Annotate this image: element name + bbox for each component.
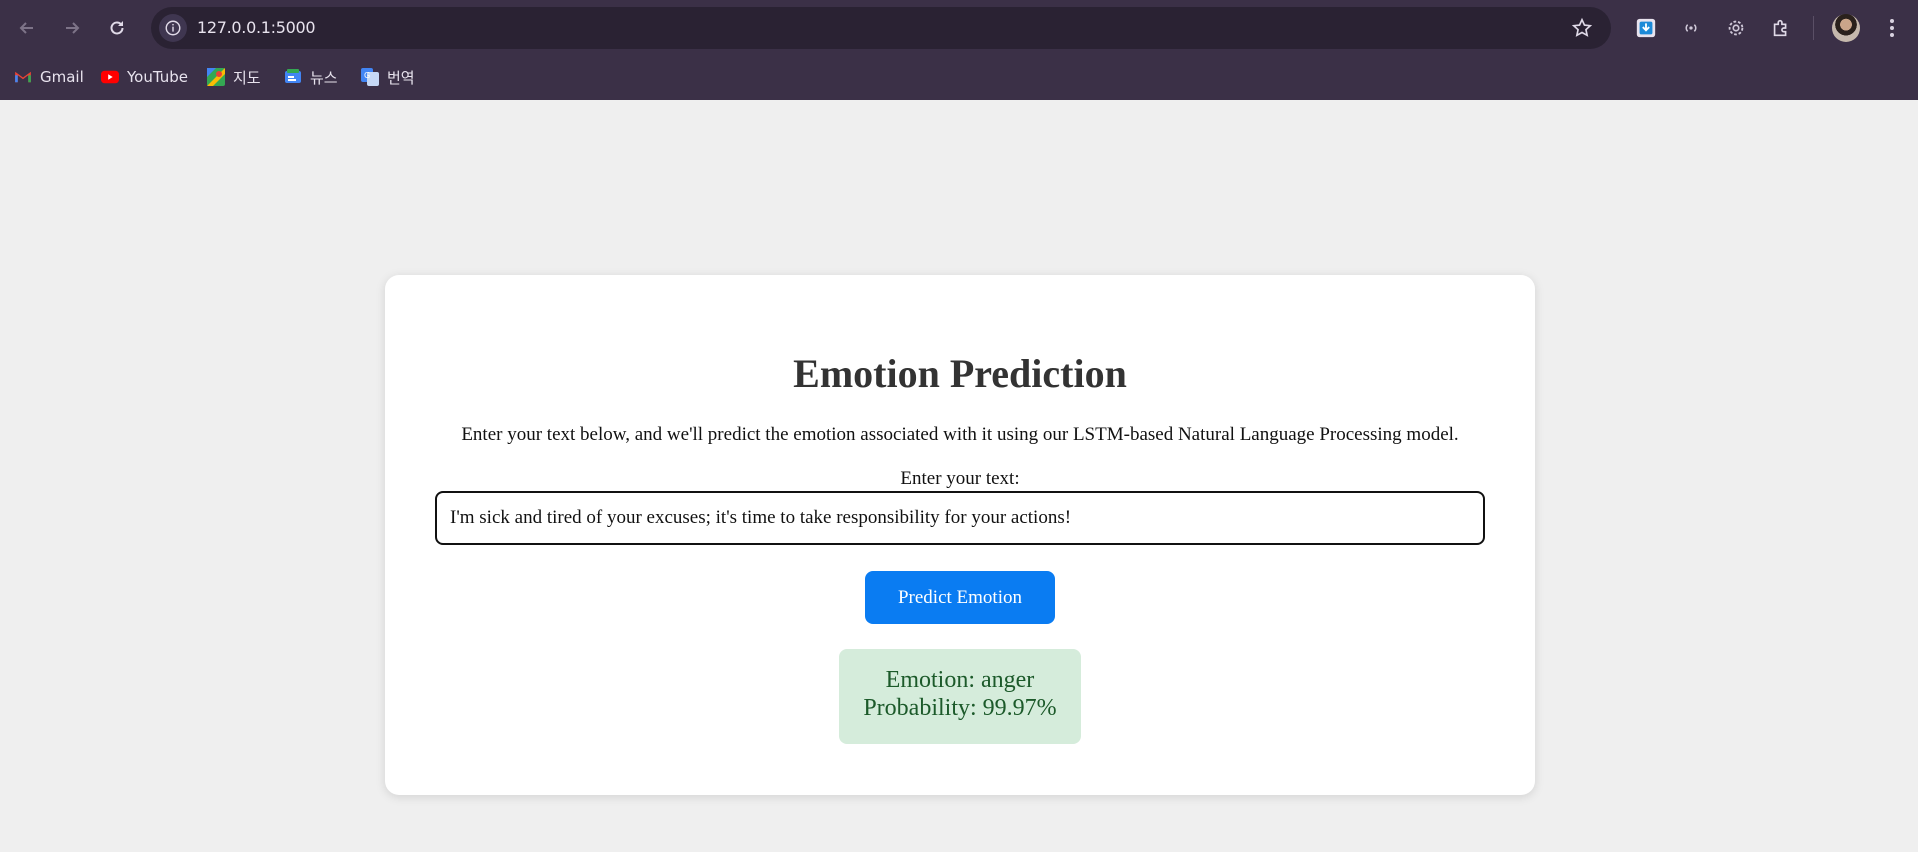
browser-chrome: 127.0.0.1:5000 Gmail YouTube 지도 뉴스 G 번역 bbox=[0, 0, 1918, 100]
bookmarks-bar: Gmail YouTube 지도 뉴스 G 번역 bbox=[0, 56, 1918, 100]
url-text[interactable]: 127.0.0.1:5000 bbox=[197, 18, 316, 37]
maps-icon bbox=[207, 68, 225, 86]
bookmark-label: Gmail bbox=[40, 68, 84, 86]
bookmark-label: 지도 bbox=[233, 68, 261, 87]
arrow-right-icon bbox=[66, 22, 80, 34]
news-icon bbox=[284, 68, 302, 86]
arrow-left-icon bbox=[19, 22, 33, 34]
youtube-icon bbox=[101, 68, 119, 86]
address-bar[interactable]: 127.0.0.1:5000 bbox=[151, 7, 1611, 49]
bookmark-news[interactable]: 뉴스 bbox=[284, 64, 338, 90]
bookmark-translate[interactable]: G 번역 bbox=[361, 64, 415, 90]
profile-avatar[interactable] bbox=[1832, 14, 1860, 42]
page-title: Emotion Prediction bbox=[793, 351, 1127, 396]
download-extension-icon[interactable] bbox=[1632, 14, 1660, 42]
bookmark-maps[interactable]: 지도 bbox=[207, 64, 261, 90]
svg-text:G: G bbox=[364, 71, 370, 80]
bookmark-label: 뉴스 bbox=[310, 68, 338, 87]
result-box: Emotion: anger Probability: 99.97% bbox=[839, 649, 1081, 744]
page-description: Enter your text below, and we'll predict… bbox=[461, 424, 1459, 445]
settings-extension-icon[interactable] bbox=[1722, 14, 1750, 42]
reload-button[interactable] bbox=[101, 12, 133, 44]
probability-result: Probability: 99.97% bbox=[863, 695, 1057, 721]
bookmark-star-icon[interactable] bbox=[1571, 17, 1593, 39]
bookmark-label: YouTube bbox=[127, 68, 188, 86]
bookmark-gmail[interactable]: Gmail bbox=[14, 64, 84, 90]
bookmark-youtube[interactable]: YouTube bbox=[101, 64, 188, 90]
input-label: Enter your text: bbox=[900, 468, 1020, 489]
forward-button[interactable] bbox=[56, 12, 88, 44]
translate-icon: G bbox=[361, 68, 379, 86]
broadcast-extension-icon[interactable] bbox=[1677, 14, 1705, 42]
emotion-result: Emotion: anger bbox=[885, 667, 1035, 693]
prediction-card: Emotion Prediction Enter your text below… bbox=[385, 275, 1535, 795]
browser-menu-icon[interactable] bbox=[1882, 14, 1902, 42]
site-info-icon[interactable] bbox=[159, 14, 187, 42]
text-input[interactable] bbox=[435, 491, 1485, 545]
extensions-puzzle-icon[interactable] bbox=[1767, 14, 1795, 42]
predict-emotion-button[interactable]: Predict Emotion bbox=[865, 571, 1055, 624]
reload-icon bbox=[110, 21, 124, 35]
gmail-icon bbox=[14, 68, 32, 86]
bookmark-label: 번역 bbox=[387, 68, 415, 87]
toolbar-divider bbox=[1813, 16, 1814, 40]
back-button[interactable] bbox=[11, 12, 43, 44]
browser-toolbar: 127.0.0.1:5000 bbox=[0, 0, 1918, 56]
